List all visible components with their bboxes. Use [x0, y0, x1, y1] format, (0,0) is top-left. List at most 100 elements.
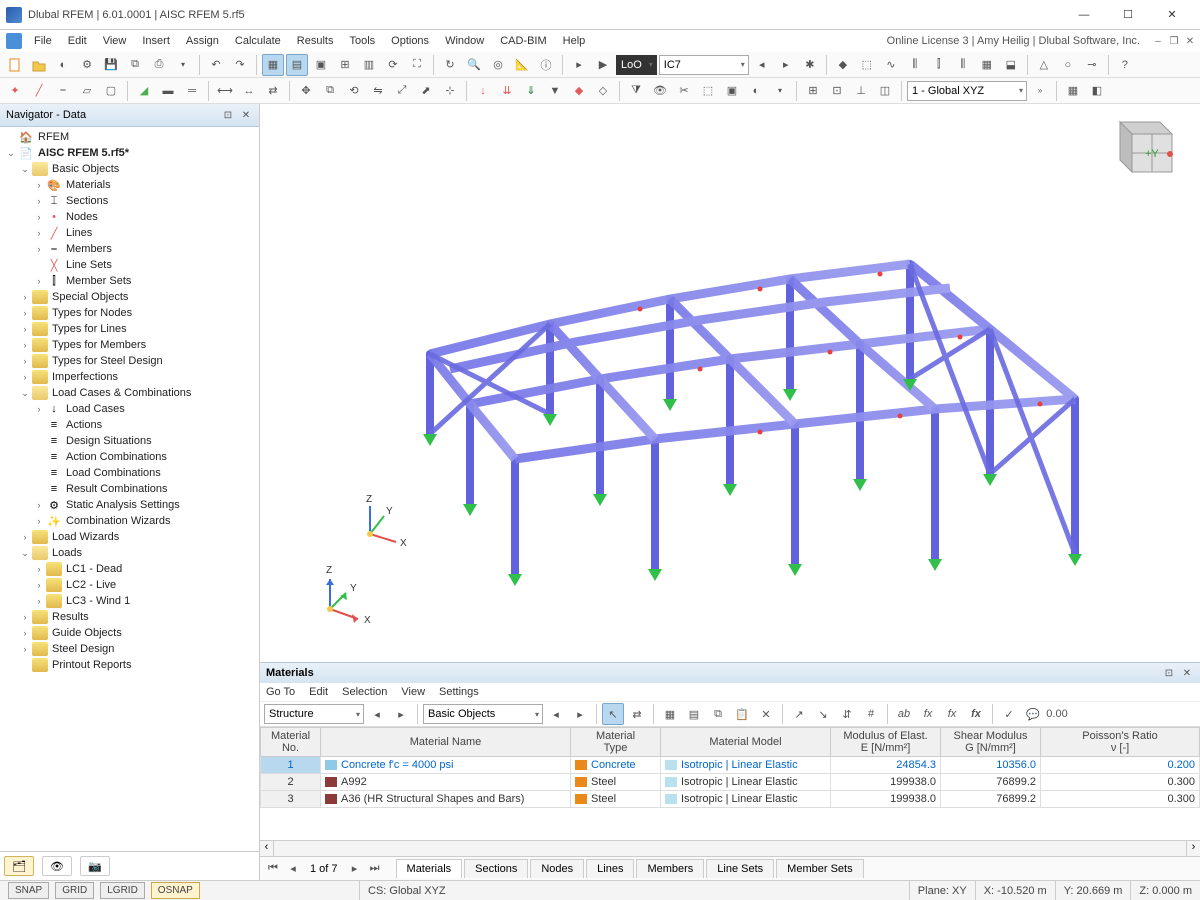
- menu-file[interactable]: File: [26, 32, 60, 50]
- tree-static[interactable]: Static Analysis Settings: [66, 499, 180, 511]
- new-button[interactable]: [4, 54, 26, 76]
- ortho-toggle[interactable]: ⊥: [850, 80, 872, 102]
- find-button[interactable]: 🔍: [463, 54, 485, 76]
- close-button[interactable]: ✕: [1150, 1, 1194, 29]
- measure-button[interactable]: 📐: [511, 54, 533, 76]
- load-member-tool[interactable]: ⇓: [520, 80, 542, 102]
- clip-tool[interactable]: ✂: [673, 80, 695, 102]
- navigator-toggle[interactable]: ▦: [262, 54, 284, 76]
- tree-special[interactable]: Special Objects: [52, 291, 128, 303]
- offset-tool[interactable]: ⇄: [262, 80, 284, 102]
- tree-typeslines[interactable]: Types for Lines: [52, 323, 127, 335]
- col-gmod[interactable]: Shear Modulus G [N/mm²]: [941, 728, 1041, 757]
- tree-results[interactable]: Results: [52, 611, 89, 623]
- tree-guide[interactable]: Guide Objects: [52, 627, 122, 639]
- divide-tool[interactable]: ⊹: [439, 80, 461, 102]
- table-row[interactable]: 1Concrete f'c = 4000 psiConcreteIsotropi…: [261, 757, 1200, 774]
- bpanel-menu-edit[interactable]: Edit: [309, 686, 328, 698]
- snap-toggle[interactable]: SNAP: [8, 882, 49, 899]
- mdi-close[interactable]: ✕: [1182, 33, 1198, 49]
- opening-tool[interactable]: ▢: [100, 80, 122, 102]
- render-dropdown[interactable]: ▾: [769, 80, 791, 102]
- tree-membersets[interactable]: Member Sets: [66, 275, 131, 287]
- calculate-all-button[interactable]: ▸: [568, 54, 590, 76]
- bpanel-precision[interactable]: 0.00: [1046, 703, 1068, 725]
- load-imposed-tool[interactable]: ◇: [592, 80, 614, 102]
- load-surface-tool[interactable]: ▼: [544, 80, 566, 102]
- maximize-button[interactable]: ☐: [1106, 1, 1150, 29]
- bpanel-comment[interactable]: 💬: [1022, 703, 1044, 725]
- tree-typesnodes[interactable]: Types for Nodes: [52, 307, 132, 319]
- pager-last[interactable]: ⏭: [366, 860, 384, 878]
- tree-root[interactable]: RFEM: [38, 131, 69, 143]
- dim-tool[interactable]: ⟷: [214, 80, 236, 102]
- save-all-button[interactable]: ⧉: [124, 54, 146, 76]
- print-button[interactable]: ⎙: [148, 54, 170, 76]
- bpanel-export[interactable]: ↗: [788, 703, 810, 725]
- tree-members[interactable]: Members: [66, 243, 112, 255]
- pager-next[interactable]: ▸: [346, 860, 364, 878]
- show-results-toggle[interactable]: ◆: [832, 54, 854, 76]
- tree-model[interactable]: AISC RFEM 5.rf5*: [38, 147, 129, 159]
- diagram2-button[interactable]: ⫿: [928, 54, 950, 76]
- bpanel-copy[interactable]: ⧉: [707, 703, 729, 725]
- default-view-button[interactable]: ⟳: [382, 54, 404, 76]
- copy-tool[interactable]: ⧉: [319, 80, 341, 102]
- col-no[interactable]: Material No.: [261, 728, 321, 757]
- bpanel-sync-model[interactable]: ⇄: [626, 703, 648, 725]
- full-screen-button[interactable]: ⛶: [406, 54, 428, 76]
- show-all-button[interactable]: ◎: [487, 54, 509, 76]
- coord-system-combo[interactable]: 1 - Global XYZ: [907, 81, 1027, 101]
- help-button[interactable]: ?: [1114, 54, 1136, 76]
- print-dropdown-icon[interactable]: ▾: [172, 54, 194, 76]
- menu-insert[interactable]: Insert: [134, 32, 178, 50]
- bpanel-insert-row[interactable]: ▦: [659, 703, 681, 725]
- lgrid-toggle[interactable]: LGRID: [100, 882, 145, 899]
- loadcase-type-combo[interactable]: LoO: [616, 55, 657, 75]
- model-manager-button[interactable]: ⚙: [76, 54, 98, 76]
- tree-typessteel[interactable]: Types for Steel Design: [52, 355, 163, 367]
- menu-edit[interactable]: Edit: [60, 32, 95, 50]
- solid-tool[interactable]: ▣: [721, 80, 743, 102]
- bpanel-next-cat[interactable]: ▸: [390, 703, 412, 725]
- pager-first[interactable]: ⏮: [264, 860, 282, 878]
- open-button[interactable]: [28, 54, 50, 76]
- tree-lc3[interactable]: LC3 - Wind 1: [66, 595, 130, 607]
- navigator-pin-icon[interactable]: ⊡: [221, 108, 235, 122]
- table-tab-sections[interactable]: Sections: [464, 859, 528, 878]
- refresh-button[interactable]: ↻: [439, 54, 461, 76]
- prev-loadcase-button[interactable]: ◂: [751, 54, 773, 76]
- menu-results[interactable]: Results: [289, 32, 342, 50]
- mdi-minimize[interactable]: –: [1150, 33, 1166, 49]
- view-xy-button[interactable]: ▦: [1062, 80, 1084, 102]
- member-tool[interactable]: ⎯: [52, 80, 74, 102]
- scale-tool[interactable]: ⤢: [391, 80, 413, 102]
- hinge-button[interactable]: ○: [1057, 54, 1079, 76]
- next-loadcase-button[interactable]: ▸: [775, 54, 797, 76]
- filter-tool[interactable]: ⧩: [625, 80, 647, 102]
- render-tool[interactable]: ◐: [745, 80, 767, 102]
- tree-printout[interactable]: Printout Reports: [52, 659, 131, 671]
- menu-tools[interactable]: Tools: [341, 32, 383, 50]
- tree-designsit[interactable]: Design Situations: [66, 435, 152, 447]
- show-loads-toggle[interactable]: ✱: [799, 54, 821, 76]
- bpanel-prev-cat[interactable]: ◂: [366, 703, 388, 725]
- release-button[interactable]: ⊸: [1081, 54, 1103, 76]
- menu-assign[interactable]: Assign: [178, 32, 227, 50]
- tree-loadcases[interactable]: Load Cases: [66, 403, 125, 415]
- info-button[interactable]: ⓘ: [535, 54, 557, 76]
- line-support-tool[interactable]: ▬: [157, 80, 179, 102]
- support-button[interactable]: △: [1033, 54, 1055, 76]
- result-values-toggle[interactable]: ⬚: [856, 54, 878, 76]
- mirror-tool[interactable]: ⇋: [367, 80, 389, 102]
- mdi-restore[interactable]: ❐: [1166, 33, 1182, 49]
- line-tool[interactable]: ╱: [28, 80, 50, 102]
- tree-loadcomb[interactable]: Load Combinations: [66, 467, 161, 479]
- block-manager-button[interactable]: ◐: [52, 54, 74, 76]
- toolbox-toggle[interactable]: ⊞: [334, 54, 356, 76]
- bpanel-fx2[interactable]: fx: [941, 703, 963, 725]
- osnap-toggle[interactable]: OSNAP: [151, 882, 200, 899]
- nav-cube[interactable]: +Y: [1100, 114, 1180, 184]
- bpanel-select-mode[interactable]: ↖: [602, 703, 624, 725]
- undo-button[interactable]: ↶: [205, 54, 227, 76]
